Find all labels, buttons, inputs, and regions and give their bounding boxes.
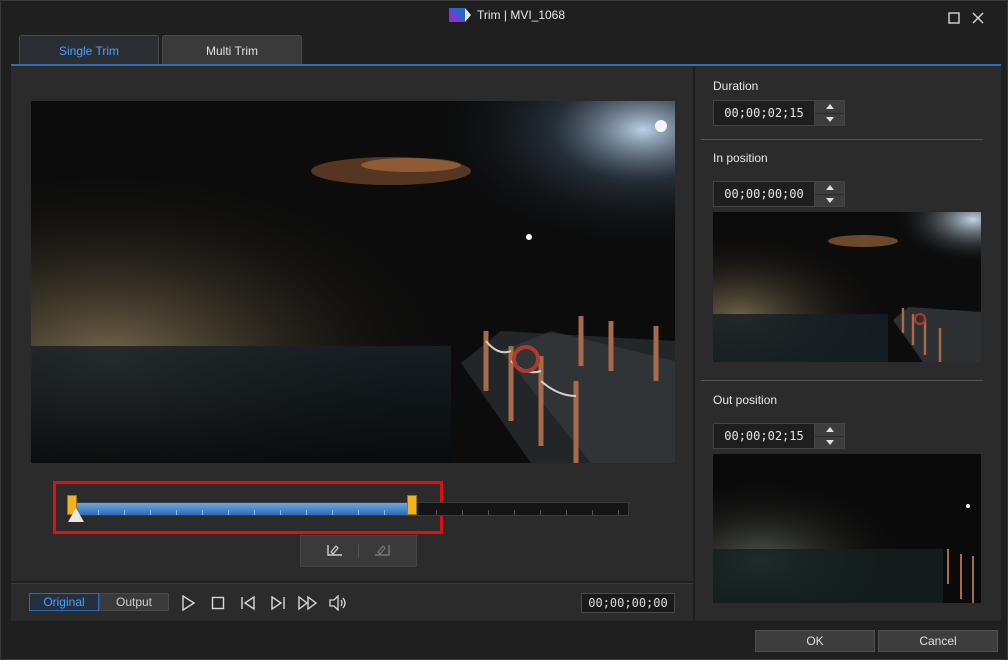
in-position-stepper [815,181,845,207]
stop-icon [211,596,225,610]
out-position-label: Out position [713,393,778,407]
tab-single-trim[interactable]: Single Trim [19,35,159,65]
mark-in-button[interactable] [325,542,345,561]
play-button[interactable] [177,592,199,614]
close-button[interactable] [969,9,987,27]
original-toggle[interactable]: Original [29,593,99,611]
track-tick [306,510,307,515]
title-bar: Trim | MVI_1068 [1,1,1007,33]
in-position-thumbnail [713,212,981,362]
trim-slider-track[interactable] [71,502,629,516]
next-frame-button[interactable] [267,592,289,614]
fast-forward-icon [298,595,318,611]
chevron-down-icon [825,116,834,122]
stop-button[interactable] [207,592,229,614]
track-tick [358,510,359,515]
in-position-label: In position [713,151,768,165]
track-tick [150,510,151,515]
previous-frame-icon [241,595,255,611]
out-position-decrement-button[interactable] [815,436,844,448]
out-position-value[interactable]: 00;00;02;15 [713,423,815,449]
chevron-up-icon [825,185,834,191]
track-tick [566,510,567,515]
maximize-icon [948,12,960,24]
out-position-increment-button[interactable] [815,424,844,437]
in-position-decrement-button[interactable] [815,194,844,206]
track-tick [332,510,333,515]
track-tick [202,510,203,515]
track-tick [176,510,177,515]
divider [701,139,983,140]
mark-out-button[interactable] [372,542,392,561]
trim-window: Trim | MVI_1068 Single Trim Multi Trim O… [0,0,1008,660]
chevron-down-icon [825,197,834,203]
cancel-button[interactable]: Cancel [878,630,998,652]
current-timecode: 00;00;00;00 [581,593,675,613]
out-position-thumbnail [713,454,981,603]
track-tick [488,510,489,515]
maximize-button[interactable] [945,9,963,27]
tab-multi-trim[interactable]: Multi Trim [162,35,302,65]
mark-out-icon [374,544,390,556]
ok-button[interactable]: OK [755,630,875,652]
fast-forward-button[interactable] [297,592,319,614]
mark-buttons-group [300,535,417,567]
app-logo-icon [449,8,471,22]
duration-value[interactable]: 00;00;02;15 [713,100,815,126]
track-tick [254,510,255,515]
duration-spinner: 00;00;02;15 [713,100,845,126]
volume-icon [329,595,346,611]
mark-in-icon [327,544,343,556]
window-title: Trim | MVI_1068 [477,8,566,22]
track-tick [540,510,541,515]
chevron-up-icon [825,104,834,110]
next-frame-icon [271,595,285,611]
output-toggle[interactable]: Output [99,593,169,611]
video-preview [31,101,675,463]
previous-frame-button[interactable] [237,592,259,614]
track-tick [592,510,593,515]
duration-increment-button[interactable] [815,101,844,114]
track-tick [436,510,437,515]
duration-decrement-button[interactable] [815,113,844,125]
separator [357,544,359,558]
out-position-stepper [815,423,845,449]
track-tick [462,510,463,515]
title-wrap: Trim | MVI_1068 [449,8,565,22]
in-position-spinner: 00;00;00;00 [713,181,845,207]
volume-button[interactable] [327,592,349,614]
track-tick [514,510,515,515]
track-tick [124,510,125,515]
chevron-up-icon [825,427,834,433]
out-position-spinner: 00;00;02;15 [713,423,845,449]
track-tick [98,510,99,515]
close-icon [972,12,984,24]
chevron-down-icon [825,439,834,445]
track-tick [280,510,281,515]
playhead[interactable] [68,508,84,522]
divider [701,380,983,381]
duration-label: Duration [713,79,759,93]
track-tick [384,510,385,515]
in-position-value[interactable]: 00;00;00;00 [713,181,815,207]
duration-stepper [815,100,845,126]
track-tick [618,510,619,515]
play-icon [182,595,196,611]
track-tick [228,510,229,515]
out-marker-handle[interactable] [407,495,418,515]
in-position-increment-button[interactable] [815,182,844,195]
